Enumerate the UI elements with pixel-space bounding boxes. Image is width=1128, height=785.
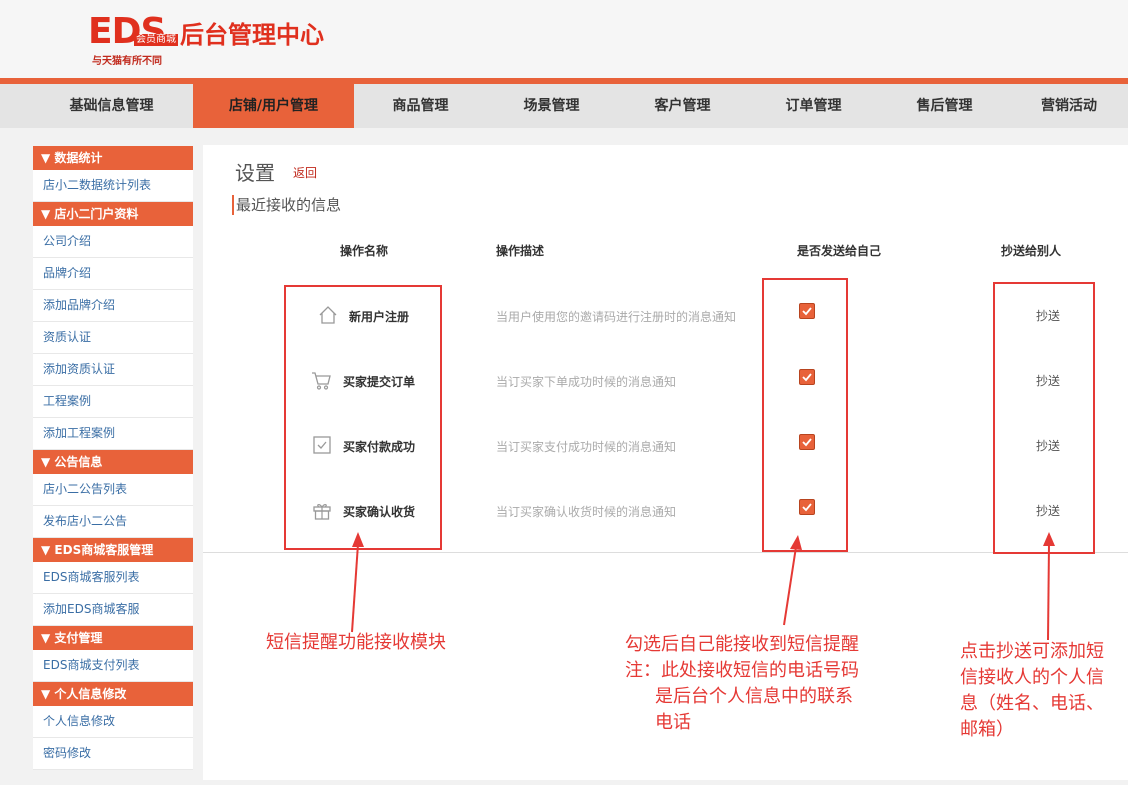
annotation-cc-line-4: 邮箱） (960, 719, 1014, 740)
annotation-self-line-4: 电话 (655, 712, 691, 733)
annotation-cc-text: 点击抄送可添加短 信接收人的个人信 息（姓名、电话、 邮箱） (960, 639, 1128, 743)
annotation-cc-line-1: 点击抄送可添加短 (960, 641, 1104, 662)
annotation-module-text: 短信提醒功能接收模块 (266, 632, 446, 653)
annotation-self-line-3: 是后台个人信息中的联系 (655, 686, 853, 707)
annotation-cc-line-2: 信接收人的个人信 (960, 667, 1104, 688)
annotation-arrows (351, 532, 1055, 641)
annotation-self-line-2: 注：此处接收短信的电话号码 (625, 660, 859, 681)
annotation-self-text: 勾选后自己能接收到短信提醒 注：此处接收短信的电话号码 是后台个人信息中的联系 … (625, 632, 915, 736)
annotation-cc-line-3: 息（姓名、电话、 (960, 693, 1104, 714)
annotation-self-line-1: 勾选后自己能接收到短信提醒 (625, 634, 859, 655)
